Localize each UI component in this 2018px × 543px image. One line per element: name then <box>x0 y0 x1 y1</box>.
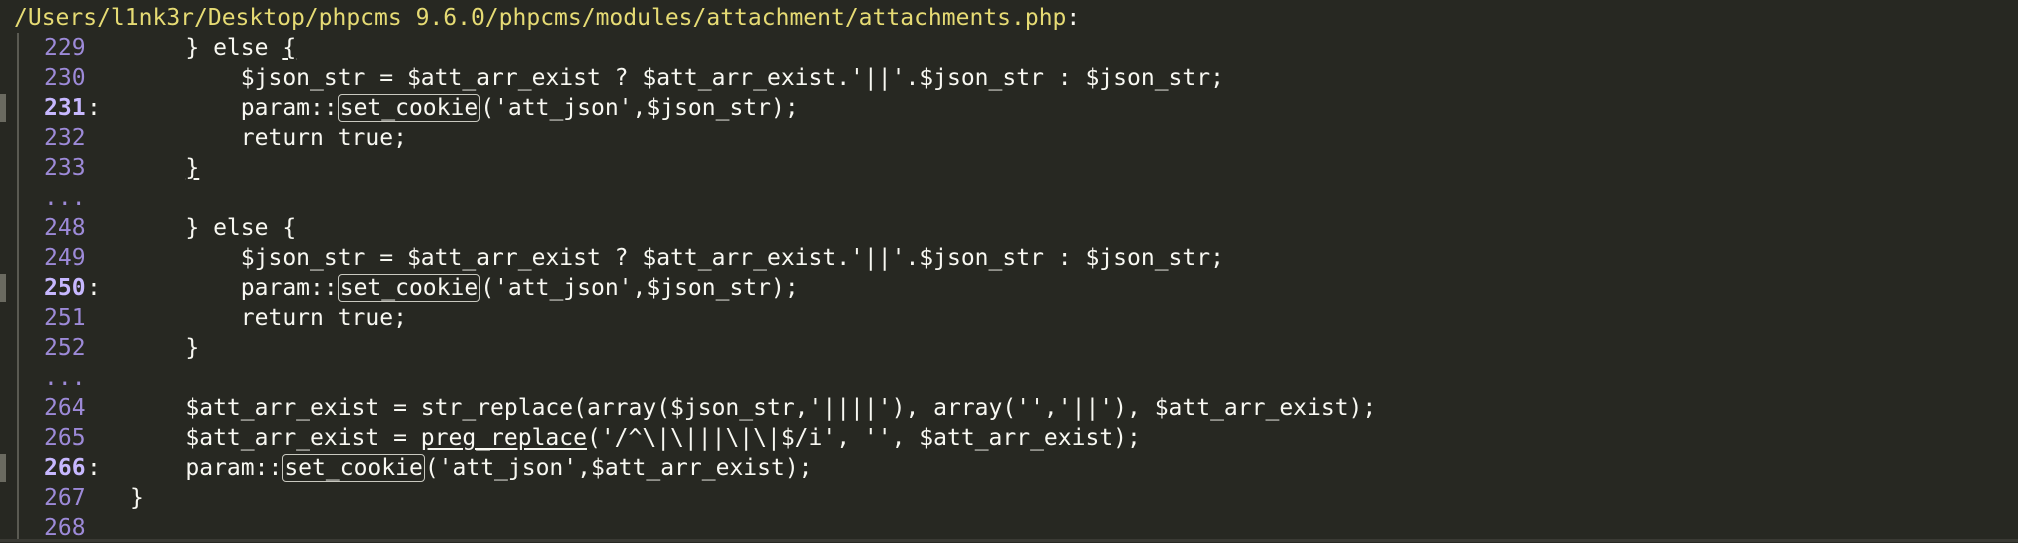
code-segment: ('att_json',$att_arr_exist); <box>424 455 813 481</box>
code-segment: param:: <box>185 455 283 481</box>
bracket-match: } <box>185 155 200 181</box>
code-text: $att_arr_exist = str_replace(array($json… <box>130 393 1376 423</box>
line-number: ... <box>44 185 86 211</box>
bracket-match: { <box>282 35 297 61</box>
code-text: } <box>130 333 199 363</box>
code-segment: } <box>130 485 144 511</box>
code-segment: return true; <box>240 125 407 151</box>
code-segment: } else { <box>185 215 297 241</box>
code-editor[interactable]: /Users/l1nk3r/Desktop/phpcms 9.6.0/phpcm… <box>0 0 2018 542</box>
code-text: } <box>130 483 144 513</box>
code-text: $json_str = $att_arr_exist ? $att_arr_ex… <box>130 243 1224 273</box>
line-number: 267 <box>44 485 86 511</box>
code-text: param::set_cookie('att_json',$json_str); <box>130 273 799 303</box>
match-colon: : <box>87 95 101 121</box>
code-segment: ('att_json',$json_str); <box>480 95 799 121</box>
gutter-divider <box>17 33 19 542</box>
code-text: $json_str = $att_arr_exist ? $att_arr_ex… <box>130 63 1224 93</box>
code-segment: $att_arr_exist = <box>185 425 421 451</box>
search-match: set_cookie <box>282 454 425 482</box>
code-segment: $att_arr_exist = str_replace(array($json… <box>185 395 1377 421</box>
code-text: } else { <box>130 213 296 243</box>
line-number: 232 <box>44 125 86 151</box>
match-colon: : <box>87 455 101 481</box>
code-segment: $json_str = $att_arr_exist ? $att_arr_ex… <box>240 245 1224 271</box>
code-text: param::set_cookie('att_json',$att_arr_ex… <box>130 453 813 483</box>
match-marker <box>0 94 6 122</box>
line-number: 249 <box>44 245 86 271</box>
match-marker <box>0 274 6 302</box>
code-text: param::set_cookie('att_json',$json_str); <box>130 93 799 123</box>
code-text: return true; <box>130 303 407 333</box>
code-text: } else { <box>130 33 296 63</box>
line-number: 251 <box>44 305 86 331</box>
file-path: /Users/l1nk3r/Desktop/phpcms 9.6.0/phpcm… <box>14 5 1067 31</box>
line-number: 230 <box>44 65 86 91</box>
code-segment: } else <box>185 35 283 61</box>
search-match: set_cookie <box>337 274 481 302</box>
code-segment: ('/^\|\|||\|\|$/i', '', $att_arr_exist); <box>586 425 1141 451</box>
line-number: 264 <box>44 395 86 421</box>
line-number: 252 <box>44 335 86 361</box>
code-segment: $json_str = $att_arr_exist ? $att_arr_ex… <box>240 65 1224 91</box>
file-path-header[interactable]: /Users/l1nk3r/Desktop/phpcms 9.6.0/phpcm… <box>14 3 1080 33</box>
code-segment: param:: <box>240 95 338 121</box>
search-match: set_cookie <box>337 94 481 122</box>
bracket-match: preg_replace <box>420 425 587 451</box>
line-number: ... <box>44 365 86 391</box>
line-number: 265 <box>44 425 86 451</box>
code-text: return true; <box>130 123 407 153</box>
line-number: 233 <box>44 155 86 181</box>
code-segment: param:: <box>240 275 338 301</box>
file-path-colon: : <box>1066 5 1081 31</box>
code-segment: return true; <box>240 305 407 331</box>
line-number: 248 <box>44 215 86 241</box>
match-marker <box>0 454 6 482</box>
code-text: } <box>130 153 199 183</box>
line-number: 229 <box>44 35 86 61</box>
match-colon: : <box>87 275 101 301</box>
code-segment: } <box>185 335 200 361</box>
code-text: $att_arr_exist = preg_replace('/^\|\|||\… <box>130 423 1141 453</box>
code-segment: ('att_json',$json_str); <box>480 275 799 301</box>
